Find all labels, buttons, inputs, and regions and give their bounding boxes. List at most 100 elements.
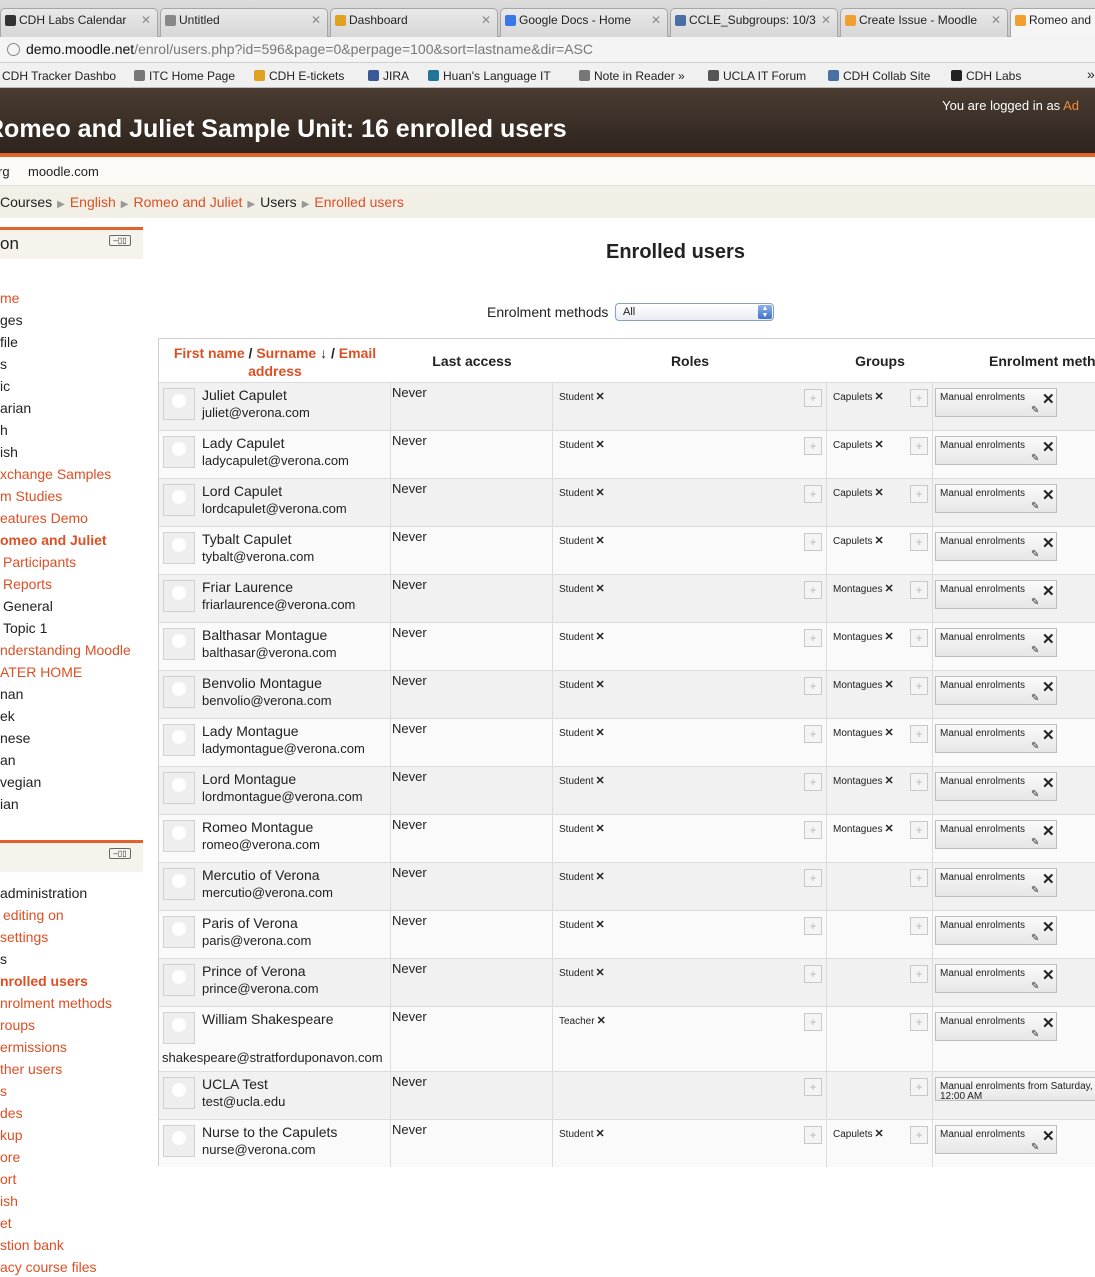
unassign-role-icon[interactable]: ✕ <box>595 439 604 451</box>
edit-enrolment-icon[interactable]: ✎ <box>1031 981 1039 992</box>
avatar[interactable] <box>163 388 195 420</box>
block-nav-item[interactable]: settings <box>0 929 48 945</box>
unenrol-icon[interactable]: ✕ <box>1042 918 1055 936</box>
unassign-role-icon[interactable]: ✕ <box>595 583 604 595</box>
browser-tab[interactable]: Dashboard ✕ <box>330 8 498 37</box>
edit-enrolment-icon[interactable]: ✎ <box>1031 837 1039 848</box>
add-to-group-button[interactable]: + <box>910 437 928 455</box>
breadcrumb-item[interactable]: Romeo and Juliet <box>133 194 242 210</box>
block-nav-item[interactable]: ermissions <box>0 1039 67 1055</box>
dock-icon[interactable]: –▯▯ <box>109 848 131 859</box>
block-nav-item[interactable]: m Studies <box>0 488 62 504</box>
sort-first-name-link[interactable]: First name <box>174 345 245 361</box>
block-nav-item[interactable]: Reports <box>3 576 52 592</box>
custom-menu-item-moodle[interactable]: moodle.com <box>28 164 99 179</box>
block-nav-item[interactable]: eatures Demo <box>0 510 88 526</box>
bookmarks-overflow-button[interactable]: » <box>1087 66 1095 82</box>
unassign-role-icon[interactable]: ✕ <box>595 727 604 739</box>
bookmark-item[interactable]: UCLA IT Forum <box>708 69 806 83</box>
unassign-role-icon[interactable]: ✕ <box>595 823 604 835</box>
user-name-link[interactable]: Lord Montague <box>202 771 296 787</box>
add-to-group-button[interactable]: + <box>910 725 928 743</box>
bookmark-item[interactable]: CDH Collab Site <box>828 69 930 83</box>
assign-role-button[interactable]: + <box>804 485 822 503</box>
remove-group-icon[interactable]: ✕ <box>874 487 883 499</box>
assign-role-button[interactable]: + <box>804 629 822 647</box>
user-name-link[interactable]: Prince of Verona <box>202 963 306 979</box>
add-to-group-button[interactable]: + <box>910 1013 928 1031</box>
assign-role-button[interactable]: + <box>804 437 822 455</box>
add-to-group-button[interactable]: + <box>910 773 928 791</box>
block-nav-item[interactable]: ther users <box>0 1061 62 1077</box>
add-to-group-button[interactable]: + <box>910 677 928 695</box>
add-to-group-button[interactable]: + <box>910 485 928 503</box>
add-to-group-button[interactable]: + <box>910 965 928 983</box>
unenrol-icon[interactable]: ✕ <box>1042 438 1055 456</box>
avatar[interactable] <box>163 772 195 804</box>
bookmark-item[interactable]: Note in Reader » <box>579 69 685 83</box>
unenrol-icon[interactable]: ✕ <box>1042 630 1055 648</box>
assign-role-button[interactable]: + <box>804 1078 822 1096</box>
user-name-link[interactable]: UCLA Test <box>202 1076 268 1092</box>
avatar[interactable] <box>163 436 195 468</box>
add-to-group-button[interactable]: + <box>910 1126 928 1144</box>
assign-role-button[interactable]: + <box>804 821 822 839</box>
unenrol-icon[interactable]: ✕ <box>1042 822 1055 840</box>
unenrol-icon[interactable]: ✕ <box>1042 774 1055 792</box>
add-to-group-button[interactable]: + <box>910 629 928 647</box>
avatar[interactable] <box>163 676 195 708</box>
block-nav-item[interactable]: omeo and Juliet <box>0 532 107 548</box>
dock-icon[interactable]: –▯▯ <box>109 235 131 246</box>
edit-enrolment-icon[interactable]: ✎ <box>1031 1142 1039 1153</box>
block-nav-item[interactable]: des <box>0 1105 23 1121</box>
sort-surname-link[interactable]: Surname <box>256 345 316 361</box>
url-text[interactable]: demo.moodle.net/enrol/users.php?id=596&p… <box>26 41 593 57</box>
bookmark-item[interactable]: CDH E-tickets <box>254 69 344 83</box>
edit-enrolment-icon[interactable]: ✎ <box>1031 693 1039 704</box>
add-to-group-button[interactable]: + <box>910 581 928 599</box>
avatar[interactable] <box>163 580 195 612</box>
block-nav-item[interactable]: nrolled users <box>0 973 88 989</box>
browser-tab[interactable]: Google Docs - Home ✕ <box>500 8 668 37</box>
edit-enrolment-icon[interactable]: ✎ <box>1031 405 1039 416</box>
unassign-role-icon[interactable]: ✕ <box>595 535 604 547</box>
tab-close-icon[interactable]: ✕ <box>141 9 151 31</box>
block-nav-item[interactable]: me <box>0 290 19 306</box>
unassign-role-icon[interactable]: ✕ <box>597 1015 606 1027</box>
edit-enrolment-icon[interactable]: ✎ <box>1031 741 1039 752</box>
block-nav-item[interactable]: editing on <box>3 907 64 923</box>
browser-tab[interactable]: Create Issue - Moodle ✕ <box>840 8 1008 37</box>
block-nav-item[interactable]: s <box>0 1083 7 1099</box>
unassign-role-icon[interactable]: ✕ <box>595 919 604 931</box>
edit-enrolment-icon[interactable]: ✎ <box>1031 597 1039 608</box>
add-to-group-button[interactable]: + <box>910 917 928 935</box>
unassign-role-icon[interactable]: ✕ <box>595 775 604 787</box>
assign-role-button[interactable]: + <box>804 533 822 551</box>
user-name-link[interactable]: Lady Capulet <box>202 435 285 451</box>
unassign-role-icon[interactable]: ✕ <box>595 967 604 979</box>
breadcrumb-item[interactable]: Enrolled users <box>314 194 404 210</box>
assign-role-button[interactable]: + <box>804 581 822 599</box>
bookmark-item[interactable]: CDH Tracker Dashbo <box>2 69 116 83</box>
block-nav-item[interactable]: kup <box>0 1127 23 1143</box>
unenrol-icon[interactable]: ✕ <box>1042 486 1055 504</box>
edit-enrolment-icon[interactable]: ✎ <box>1031 789 1039 800</box>
unassign-role-icon[interactable]: ✕ <box>595 871 604 883</box>
add-to-group-button[interactable]: + <box>910 821 928 839</box>
unenrol-icon[interactable]: ✕ <box>1042 534 1055 552</box>
assign-role-button[interactable]: + <box>804 389 822 407</box>
remove-group-icon[interactable]: ✕ <box>884 679 893 691</box>
assign-role-button[interactable]: + <box>804 1013 822 1031</box>
block-nav-item[interactable]: nderstanding Moodle <box>0 642 131 658</box>
unenrol-icon[interactable]: ✕ <box>1042 1127 1055 1145</box>
avatar[interactable] <box>163 820 195 852</box>
avatar[interactable] <box>163 1125 195 1157</box>
edit-enrolment-icon[interactable]: ✎ <box>1031 453 1039 464</box>
block-nav-item[interactable]: et <box>0 1215 12 1231</box>
assign-role-button[interactable]: + <box>804 677 822 695</box>
edit-enrolment-icon[interactable]: ✎ <box>1031 933 1039 944</box>
remove-group-icon[interactable]: ✕ <box>874 535 883 547</box>
unenrol-icon[interactable]: ✕ <box>1042 966 1055 984</box>
unassign-role-icon[interactable]: ✕ <box>595 631 604 643</box>
block-nav-item[interactable]: ore <box>0 1149 20 1165</box>
